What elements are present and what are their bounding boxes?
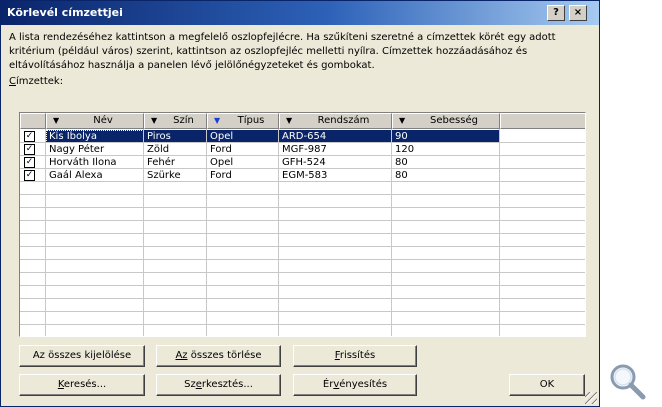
filter-arrow-icon[interactable]: ▼: [53, 114, 59, 128]
grid-line: [20, 220, 585, 221]
grid-line: [143, 129, 144, 336]
grid-line: [45, 129, 46, 336]
filter-arrow-icon[interactable]: ▼: [286, 114, 292, 128]
recipients-list[interactable]: ▼ Név ▼ Szín ▼ Típus ▼ Rendszám ▼ Sebess…: [19, 112, 586, 337]
filter-arrow-icon[interactable]: ▼: [214, 114, 220, 128]
grid-line: [20, 142, 585, 143]
filter-arrow-icon[interactable]: ▼: [151, 114, 157, 128]
grid-line: [20, 181, 585, 182]
select-all-button[interactable]: Az összes kijelölése: [19, 345, 145, 367]
grid-line: [20, 194, 585, 195]
edit-button[interactable]: Szerkesztés...: [156, 374, 281, 396]
header-sebesseg[interactable]: ▼ Sebesség: [392, 113, 500, 129]
header-empty: [500, 113, 585, 129]
grid-line: [20, 311, 585, 312]
find-button[interactable]: Keresés...: [19, 374, 145, 396]
grid-line: [20, 155, 585, 156]
title-bar: Körlevél címzettjei ? ×: [1, 1, 599, 25]
grid-line: [20, 285, 585, 286]
header-tipus[interactable]: ▼ Típus: [207, 113, 279, 129]
close-icon: ×: [573, 7, 583, 18]
grid-line: [20, 272, 585, 273]
row-checkbox[interactable]: ✓: [24, 144, 35, 155]
mail-merge-recipients-dialog: Körlevél címzettjei ? × A lista rendezés…: [0, 0, 600, 407]
row-checkbox[interactable]: ✓: [24, 157, 35, 168]
grid-line: [20, 246, 585, 247]
grid-line: [391, 129, 392, 336]
magnifier-icon[interactable]: [607, 361, 647, 401]
instructions-text: A lista rendezéséhez kattintson a megfel…: [9, 32, 556, 71]
help-button[interactable]: ?: [547, 5, 565, 21]
header-checkbox-column[interactable]: [20, 113, 46, 129]
row-checkbox[interactable]: ✓: [24, 170, 35, 181]
clear-all-button[interactable]: Az összes törlése: [156, 345, 281, 367]
grid-line: [20, 168, 585, 169]
resize-grip[interactable]: [585, 392, 597, 404]
grid-line: [499, 129, 500, 336]
close-button[interactable]: ×: [569, 5, 587, 21]
recipients-label: Címzettek:: [9, 76, 64, 87]
grid-line: [20, 324, 585, 325]
dialog-title: Körlevél címzettjei: [7, 6, 123, 19]
header-nev[interactable]: ▼ Név: [46, 113, 144, 129]
grid-line: [20, 233, 585, 234]
filter-arrow-icon[interactable]: ▼: [399, 114, 405, 128]
grid-line: [206, 129, 207, 336]
help-icon: ?: [553, 7, 559, 18]
grid-line: [20, 207, 585, 208]
refresh-button[interactable]: Frissítés: [293, 345, 417, 367]
grid-line: [20, 298, 585, 299]
grid-line: [20, 259, 585, 260]
grid-line: [278, 129, 279, 336]
validate-button[interactable]: Érvényesítés: [293, 374, 417, 396]
list-header: ▼ Név ▼ Szín ▼ Típus ▼ Rendszám ▼ Sebess…: [20, 113, 585, 129]
header-rendszam[interactable]: ▼ Rendszám: [279, 113, 392, 129]
ok-button[interactable]: OK: [509, 374, 585, 396]
header-szin[interactable]: ▼ Szín: [144, 113, 207, 129]
row-checkbox[interactable]: ✓: [24, 131, 35, 142]
